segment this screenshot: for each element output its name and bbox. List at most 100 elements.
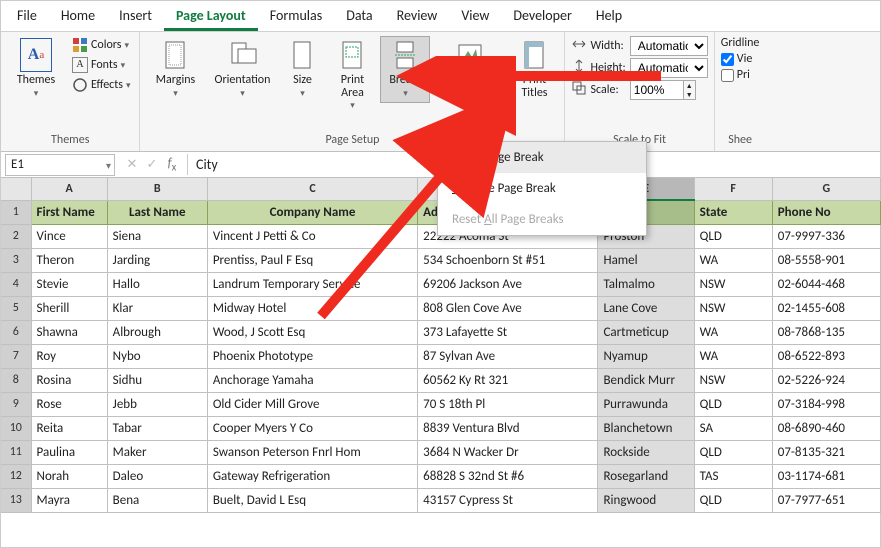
cell[interactable]: Daleo — [107, 464, 207, 488]
cell[interactable]: Jarding — [107, 248, 207, 272]
gridlines-view-checkbox[interactable]: Vie — [721, 52, 760, 66]
cell[interactable]: 08-6522-893 — [772, 344, 880, 368]
row-header-13[interactable]: 13 — [1, 488, 31, 512]
cell[interactable]: 02-5226-924 — [772, 368, 880, 392]
cell[interactable]: 43157 Cypress St — [418, 488, 598, 512]
tab-developer[interactable]: Developer — [501, 3, 583, 31]
cell[interactable]: Blanchetown — [598, 416, 694, 440]
cell[interactable]: Ringwood — [598, 488, 694, 512]
cell[interactable]: Sidhu — [107, 368, 207, 392]
cell[interactable]: Gateway Refrigeration — [207, 464, 417, 488]
cell[interactable]: Maker — [107, 440, 207, 464]
cell[interactable]: Hamel — [598, 248, 694, 272]
cell[interactable]: 3684 N Wacker Dr — [418, 440, 598, 464]
cell[interactable]: QLD — [694, 440, 772, 464]
name-box[interactable]: E1▾ — [5, 154, 115, 176]
cell[interactable]: Tabar — [107, 416, 207, 440]
row-header-1[interactable]: 1 — [1, 200, 31, 224]
cell[interactable]: 87 Sylvan Ave — [418, 344, 598, 368]
cell[interactable]: Rosina — [31, 368, 107, 392]
remove-page-break-item[interactable]: Remove Page Break — [438, 173, 646, 204]
cell[interactable]: Albrough — [107, 320, 207, 344]
cell[interactable]: Stevie — [31, 272, 107, 296]
print-area-button[interactable]: Print Area ▾ — [328, 36, 376, 114]
height-select[interactable]: Automatic — [630, 58, 708, 78]
cell[interactable]: Buelt, David L Esq — [207, 488, 417, 512]
cell[interactable]: 07-3184-998 — [772, 392, 880, 416]
cell[interactable]: WA — [694, 320, 772, 344]
row-header-4[interactable]: 4 — [1, 272, 31, 296]
header-cell[interactable]: Last Name — [107, 200, 207, 224]
cell[interactable]: Hallo — [107, 272, 207, 296]
cell[interactable]: 808 Glen Cove Ave — [418, 296, 598, 320]
cell[interactable]: Vincent J Petti & Co — [207, 224, 417, 248]
fx-button[interactable]: fx — [165, 156, 179, 174]
cell[interactable]: Reita — [31, 416, 107, 440]
cell[interactable]: Klar — [107, 296, 207, 320]
cell[interactable]: Phoenix Phototype — [207, 344, 417, 368]
cell[interactable]: 69206 Jackson Ave — [418, 272, 598, 296]
row-header-12[interactable]: 12 — [1, 464, 31, 488]
cell[interactable]: Paulina — [31, 440, 107, 464]
tab-file[interactable]: File — [5, 3, 49, 31]
col-header-A[interactable]: A — [31, 178, 107, 200]
cell[interactable]: Sherill — [31, 296, 107, 320]
cell[interactable]: WA — [694, 344, 772, 368]
cell[interactable]: Shawna — [31, 320, 107, 344]
tab-formulas[interactable]: Formulas — [258, 3, 334, 31]
cell[interactable]: Roy — [31, 344, 107, 368]
header-cell[interactable]: State — [694, 200, 772, 224]
size-button[interactable]: Size▾ — [280, 36, 324, 103]
col-header-C[interactable]: C — [207, 178, 417, 200]
tab-help[interactable]: Help — [584, 3, 634, 31]
scale-up-button[interactable]: ▲ — [684, 81, 695, 90]
cell[interactable]: Anchorage Yamaha — [207, 368, 417, 392]
cell[interactable]: Rosegarland — [598, 464, 694, 488]
cell[interactable]: Lane Cove — [598, 296, 694, 320]
cell[interactable]: Bendick Murr — [598, 368, 694, 392]
cell[interactable]: 8839 Ventura Blvd — [418, 416, 598, 440]
cell[interactable]: Norah — [31, 464, 107, 488]
cell[interactable]: 07-8135-321 — [772, 440, 880, 464]
col-header-F[interactable]: F — [694, 178, 772, 200]
cell[interactable]: 02-1455-608 — [772, 296, 880, 320]
gridlines-print-checkbox[interactable]: Pri — [721, 68, 760, 82]
margins-button[interactable]: Margins▾ — [146, 36, 204, 103]
cell[interactable]: Mayra — [31, 488, 107, 512]
cell[interactable]: 02-6044-468 — [772, 272, 880, 296]
cell[interactable]: Cartmeticup — [598, 320, 694, 344]
tab-insert[interactable]: Insert — [107, 3, 164, 31]
cell[interactable]: 07-9997-336 — [772, 224, 880, 248]
cell[interactable]: Theron — [31, 248, 107, 272]
cell[interactable]: 03-1174-681 — [772, 464, 880, 488]
cell[interactable]: Wood, J Scott Esq — [207, 320, 417, 344]
background-button[interactable]: Background — [434, 36, 506, 90]
row-header-9[interactable]: 9 — [1, 392, 31, 416]
effects-button[interactable]: Effects ▾ — [69, 76, 133, 94]
cell[interactable]: NSW — [694, 272, 772, 296]
cell[interactable]: 373 Lafayette St — [418, 320, 598, 344]
cell[interactable]: 07-7977-651 — [772, 488, 880, 512]
tab-home[interactable]: Home — [49, 3, 107, 31]
cell[interactable]: Nyamup — [598, 344, 694, 368]
cancel-formula-button[interactable]: ✕ — [125, 157, 139, 172]
cell[interactable]: Rose — [31, 392, 107, 416]
cell[interactable]: 08-7868-135 — [772, 320, 880, 344]
row-header-7[interactable]: 7 — [1, 344, 31, 368]
cell[interactable]: Siena — [107, 224, 207, 248]
print-titles-button[interactable]: Print Titles — [510, 36, 558, 103]
cell[interactable]: 08-5558-901 — [772, 248, 880, 272]
tab-view[interactable]: View — [449, 3, 501, 31]
cell[interactable]: 68828 S 32nd St #6 — [418, 464, 598, 488]
tab-page-layout[interactable]: Page Layout — [164, 3, 258, 31]
cell[interactable]: 60562 Ky Rt 321 — [418, 368, 598, 392]
scale-input[interactable] — [630, 80, 684, 100]
tab-data[interactable]: Data — [334, 3, 384, 31]
cell[interactable]: WA — [694, 248, 772, 272]
cell[interactable]: Landrum Temporary Service — [207, 272, 417, 296]
header-cell[interactable]: Phone No — [772, 200, 880, 224]
header-cell[interactable]: First Name — [31, 200, 107, 224]
cell[interactable]: Nybo — [107, 344, 207, 368]
cell[interactable]: QLD — [694, 224, 772, 248]
row-header-10[interactable]: 10 — [1, 416, 31, 440]
